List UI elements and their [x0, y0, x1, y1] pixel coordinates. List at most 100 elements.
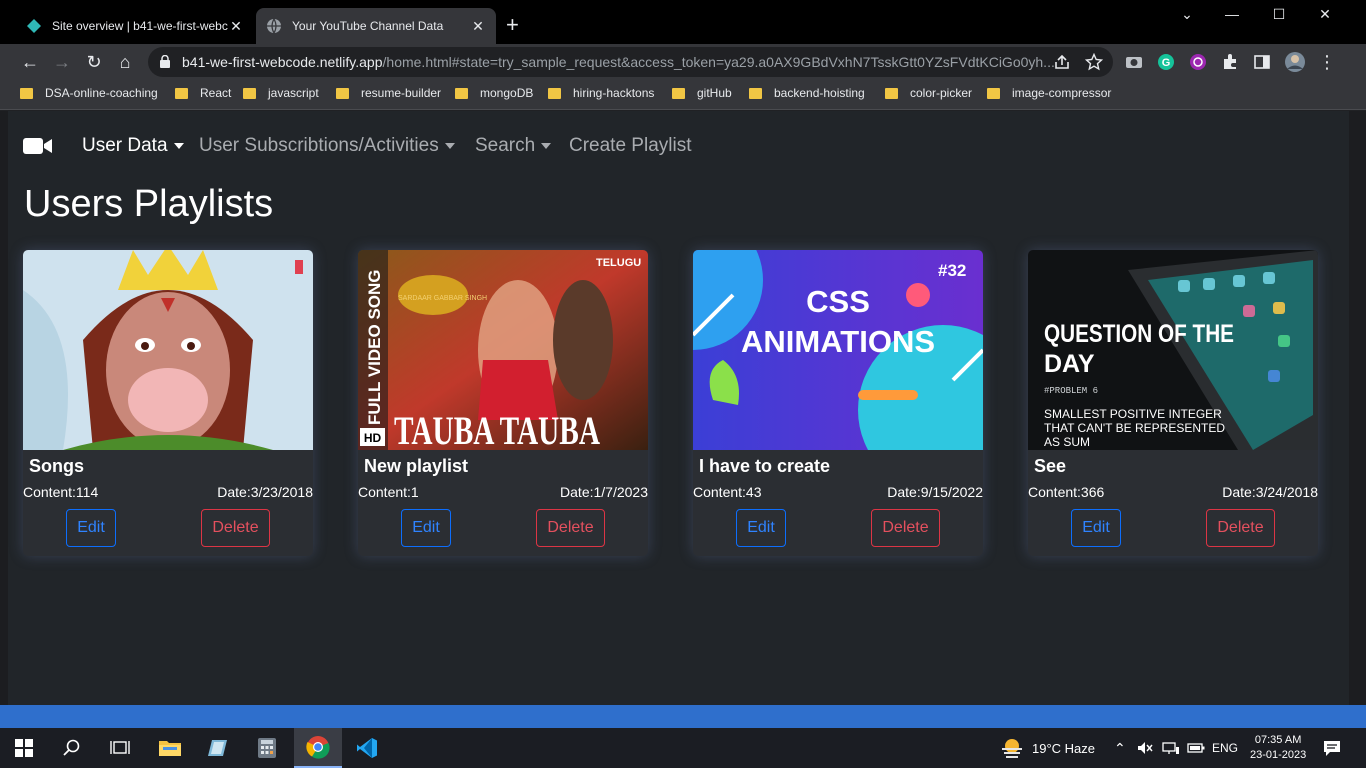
bookmark-folder[interactable]: React	[175, 86, 231, 100]
maximize-icon[interactable]: ☐	[1264, 6, 1294, 23]
dropdown-caret-icon	[444, 143, 455, 149]
delete-button[interactable]: Delete	[536, 509, 605, 547]
desktop-background	[0, 705, 1366, 728]
extension-purple-icon[interactable]	[1189, 53, 1207, 71]
side-panel-icon[interactable]	[1253, 53, 1271, 71]
delete-button[interactable]: Delete	[201, 509, 270, 547]
task-view-icon[interactable]	[96, 728, 144, 768]
menu-kebab-icon[interactable]: ⋮	[1315, 50, 1339, 74]
bookmark-folder[interactable]: image-compressor	[987, 86, 1111, 100]
bookmark-folder[interactable]: DSA-online-coaching	[20, 86, 158, 100]
playlist-thumbnail: QUESTION OF THE DAY #PROBLEM 6 SMALLEST …	[1028, 250, 1318, 450]
notifications-icon[interactable]	[1322, 728, 1342, 768]
hanuman-thumbnail-image	[23, 250, 313, 450]
globe-icon	[267, 18, 281, 34]
home-icon[interactable]: ⌂	[113, 50, 137, 74]
nav-user-data[interactable]: User Data	[82, 135, 184, 157]
tab-title: Site overview | b41-we-first-webc	[52, 19, 228, 33]
svg-text:G: G	[1162, 57, 1171, 69]
minimize-icon[interactable]: —	[1217, 6, 1247, 22]
bookmark-folder[interactable]: mongoDB	[455, 86, 533, 100]
calculator-icon[interactable]	[243, 728, 291, 768]
netlify-icon	[27, 19, 41, 33]
thumb-line2-text: ANIMATIONS	[741, 324, 935, 359]
reload-icon[interactable]: ↻	[82, 50, 106, 74]
address-bar[interactable]: b41-we-first-webcode.netlify.app/home.ht…	[148, 47, 1113, 77]
bookmark-folder[interactable]: hiring-hacktons	[548, 86, 654, 100]
language-indicator[interactable]: ENG	[1212, 728, 1238, 768]
playlist-date: Date:1/7/2023	[560, 484, 648, 500]
thumb-line1-text: CSS	[806, 284, 870, 319]
chrome-icon[interactable]	[294, 728, 342, 768]
file-explorer-icon[interactable]	[146, 728, 194, 768]
browser-toolbar: ← → ↻ ⌂ b41-we-first-webcode.netlify.app…	[0, 44, 1366, 80]
video-camera-icon[interactable]	[23, 136, 53, 156]
page-content: User Data User Subscribtions/Activities …	[8, 111, 1349, 719]
bookmark-folder[interactable]: gitHub	[672, 86, 732, 100]
folder-icon	[548, 87, 561, 99]
weather-widget[interactable]: 19°C Haze	[1000, 728, 1095, 768]
profile-avatar-icon[interactable]	[1284, 51, 1306, 73]
page-title: Users Playlists	[24, 183, 274, 225]
browser-chrome: Site overview | b41-we-first-webc ✕ Your…	[0, 0, 1366, 111]
edit-button[interactable]: Edit	[1071, 509, 1121, 547]
camera-icon[interactable]	[1125, 53, 1143, 71]
show-hidden-icons-icon[interactable]: ⌃	[1114, 728, 1126, 768]
close-window-icon[interactable]: ✕	[1310, 6, 1340, 23]
lock-icon	[160, 55, 170, 68]
thumb-number-text: #32	[938, 261, 966, 280]
clock[interactable]: 07:35 AM 23-01-2023	[1250, 728, 1306, 768]
close-tab-icon[interactable]: ✕	[470, 18, 486, 35]
tab-strip: Site overview | b41-we-first-webc ✕ Your…	[0, 0, 1366, 44]
nav-create-playlist[interactable]: Create Playlist	[569, 135, 692, 157]
edit-button[interactable]: Edit	[401, 509, 451, 547]
css-animations-thumbnail-image: #32 CSS ANIMATIONS	[693, 250, 983, 450]
vscode-icon[interactable]	[343, 728, 391, 768]
grammarly-icon[interactable]: G	[1157, 53, 1175, 71]
playlist-name: I have to create	[699, 456, 831, 476]
sticky-app-icon[interactable]	[194, 728, 242, 768]
forward-icon[interactable]: →	[50, 50, 74, 74]
bookmark-star-icon[interactable]	[1085, 53, 1103, 71]
playlist-date: Date:9/15/2022	[887, 484, 983, 500]
folder-icon	[885, 87, 898, 99]
start-windows-icon[interactable]	[0, 728, 48, 768]
share-icon[interactable]	[1053, 53, 1071, 71]
playlist-content-count: Content:43	[693, 484, 762, 500]
folder-icon	[672, 87, 685, 99]
bookmark-folder[interactable]: javascript	[243, 86, 319, 100]
delete-button[interactable]: Delete	[1206, 509, 1275, 547]
folder-icon	[455, 87, 468, 99]
back-icon[interactable]: ←	[18, 50, 42, 74]
thumb-main-text: TAUBA TAUBA	[394, 408, 600, 450]
network-icon[interactable]	[1162, 728, 1180, 768]
battery-icon[interactable]	[1187, 728, 1205, 768]
nav-user-subscriptions[interactable]: User Subscribtions/Activities	[199, 135, 455, 157]
tab-site-overview[interactable]: Site overview | b41-we-first-webc ✕	[16, 8, 254, 44]
bookmark-folder[interactable]: resume-builder	[336, 86, 441, 100]
edit-button[interactable]: Edit	[736, 509, 786, 547]
delete-button[interactable]: Delete	[871, 509, 940, 547]
weather-text: 19°C Haze	[1032, 740, 1096, 756]
close-tab-icon[interactable]: ✕	[228, 18, 244, 35]
bookmark-folder[interactable]: backend-hoisting	[749, 86, 865, 100]
windows-taskbar: 19°C Haze ⌃ ENG 07:35 AM 23-01-2023	[0, 728, 1366, 768]
tab-search-icon[interactable]: ⌄	[1172, 6, 1202, 23]
edit-button[interactable]: Edit	[66, 509, 116, 547]
volume-muted-icon[interactable]	[1137, 728, 1153, 768]
folder-icon	[243, 87, 256, 99]
extensions-puzzle-icon[interactable]	[1221, 53, 1239, 71]
question-of-day-thumbnail-image: QUESTION OF THE DAY #PROBLEM 6 SMALLEST …	[1028, 250, 1318, 450]
search-icon[interactable]	[48, 728, 96, 768]
nav-search[interactable]: Search	[475, 135, 552, 157]
playlist-content-count: Content:1	[358, 484, 419, 500]
new-tab-icon[interactable]: +	[506, 13, 519, 37]
playlist-date: Date:3/24/2018	[1222, 484, 1318, 500]
url-path: /home.html#state=try_sample_request&acce…	[382, 54, 1055, 70]
bookmark-folder[interactable]: color-picker	[885, 86, 972, 100]
thumb-logo-text: SARDAAR GABBAR SINGH	[398, 295, 487, 302]
playlist-date: Date:3/23/2018	[217, 484, 313, 500]
tab-title: Your YouTube Channel Data	[292, 19, 444, 33]
tab-youtube-data[interactable]: Your YouTube Channel Data ✕	[256, 8, 496, 44]
playlist-card: Songs Content:114 Date:3/23/2018 Edit De…	[23, 250, 313, 556]
